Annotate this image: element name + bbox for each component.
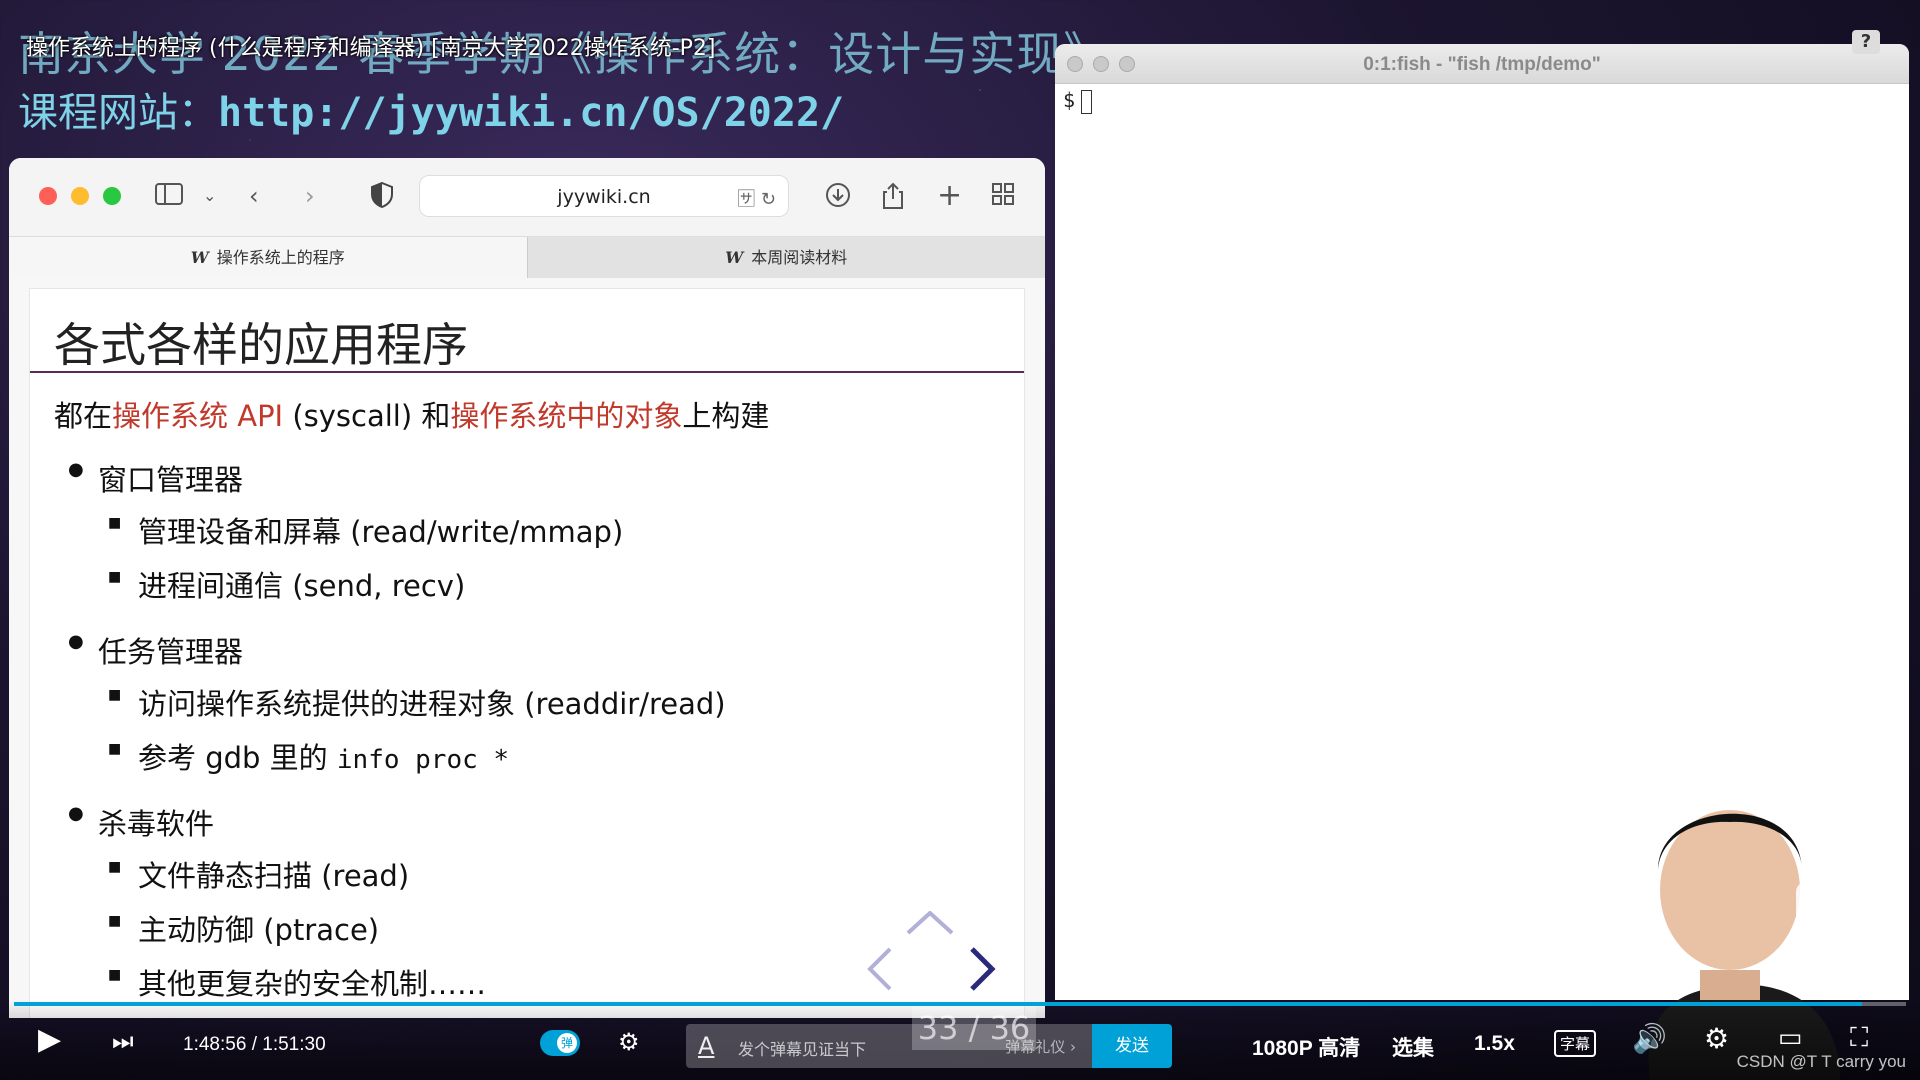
wiki-icon: W bbox=[190, 248, 209, 267]
list-item: 管理设备和屏幕 (read/write/mmap) bbox=[98, 509, 1000, 551]
course-site-banner: 课程网站：http://jyywiki.cn/OS/2022/ bbox=[18, 80, 844, 138]
gdb-text: 参考 gdb 里的 bbox=[138, 741, 337, 775]
speed-selector[interactable]: 1.5x bbox=[1474, 1032, 1515, 1056]
slide-title: 各式各样的应用程序 bbox=[30, 289, 1024, 373]
quality-selector[interactable]: 1080P 高清 bbox=[1252, 1032, 1360, 1062]
tab-reading-materials[interactable]: W 本周阅读材料 bbox=[526, 237, 1045, 278]
close-window-button[interactable] bbox=[39, 187, 57, 205]
danmaku-etiquette-link[interactable]: 弹幕礼仪 › bbox=[1005, 1036, 1076, 1057]
translate-icon[interactable]: 🈂 ↻ bbox=[737, 185, 776, 211]
fullscreen-icon[interactable]: ⛶ bbox=[1850, 1022, 1868, 1054]
lead-highlight: 操作系统中的对象 bbox=[450, 399, 683, 433]
terminal-prompt[interactable]: $ bbox=[1055, 84, 1909, 118]
danmaku-settings-icon[interactable]: ⚙ bbox=[618, 1028, 640, 1057]
new-tab-icon[interactable]: + bbox=[937, 181, 962, 211]
settings-gear-icon[interactable]: ⚙ bbox=[1704, 1022, 1729, 1055]
gdb-code: info proc * bbox=[336, 745, 510, 775]
course-site-label: 课程网站： bbox=[18, 90, 218, 136]
course-site-url: http://jyywiki.cn/OS/2022/ bbox=[218, 90, 845, 136]
danmaku-toggle-label: 弹 bbox=[557, 1033, 577, 1053]
player-controls: ▶ ⏭ 1:48:56 / 1:51:30 弹 ⚙ 33 / 36 A 发个弹幕… bbox=[0, 1000, 1920, 1080]
prompt-symbol: $ bbox=[1063, 88, 1076, 112]
list-item: 文件静态扫描 (read) bbox=[98, 853, 1000, 895]
minimize-window-button[interactable] bbox=[71, 187, 89, 205]
list-item: 参考 gdb 里的 info proc * bbox=[98, 735, 1000, 777]
address-text: jyywiki.cn bbox=[557, 186, 651, 208]
next-episode-icon[interactable]: ⏭ bbox=[112, 1028, 134, 1056]
page-content: 各式各样的应用程序 都在操作系统 API (syscall) 和操作系统中的对象… bbox=[9, 278, 1045, 1018]
zoom-window-button[interactable] bbox=[103, 187, 121, 205]
slide-navigation bbox=[860, 910, 1000, 1011]
lead-highlight: 操作系统 API bbox=[112, 399, 284, 433]
list-item: 杀毒软件 文件静态扫描 (read) 主动防御 (ptrace) 其他更复杂的安… bbox=[54, 801, 1000, 1003]
address-bar[interactable]: jyywiki.cn 🈂 ↻ bbox=[419, 175, 789, 217]
current-time: 1:48:56 bbox=[183, 1034, 247, 1055]
terminal-cursor bbox=[1081, 89, 1093, 114]
shield-icon[interactable] bbox=[371, 181, 393, 214]
list-item: 任务管理器 访问操作系统提供的进程对象 (readdir/read) 参考 gd… bbox=[54, 629, 1000, 777]
danmaku-placeholder: 发个弹幕见证当下 bbox=[738, 1040, 867, 1059]
back-arrow-icon[interactable]: ‹ bbox=[249, 182, 259, 210]
nav-right-icon bbox=[970, 947, 996, 991]
lead-text: 上构建 bbox=[682, 399, 770, 433]
share-icon[interactable] bbox=[881, 182, 905, 216]
duration: 1:51:30 bbox=[262, 1034, 326, 1055]
font-style-icon[interactable]: A bbox=[698, 1032, 714, 1060]
tab-label: 本周阅读材料 bbox=[751, 248, 848, 267]
chevron-down-icon[interactable]: ⌄ bbox=[203, 182, 216, 210]
bilibili-tv-icon[interactable] bbox=[1796, 882, 1870, 940]
terminal-title: 0:1:fish - "fish /tmp/demo" bbox=[1363, 54, 1601, 75]
csdn-watermark: CSDN @T T carry you bbox=[1736, 1052, 1906, 1071]
tab-bar: W 操作系统上的程序 W 本周阅读材料 bbox=[9, 236, 1045, 278]
download-icon[interactable] bbox=[825, 182, 851, 214]
wiki-icon: W bbox=[725, 248, 744, 267]
tab-overview-icon[interactable] bbox=[991, 182, 1015, 212]
nav-up-icon bbox=[906, 910, 954, 935]
episodes-button[interactable]: 选集 bbox=[1392, 1032, 1434, 1062]
forward-arrow-icon[interactable]: › bbox=[305, 182, 315, 210]
list-item: 进程间通信 (send, recv) bbox=[98, 563, 1000, 605]
browser-window: ⌄ ‹ › jyywiki.cn 🈂 ↻ + W 操作系统上的程序 W 本周阅读材料… bbox=[9, 158, 1045, 1018]
tab-os-programs[interactable]: W 操作系统上的程序 bbox=[9, 237, 527, 278]
tab-label: 操作系统上的程序 bbox=[216, 248, 345, 267]
bullet-heading: 窗口管理器 bbox=[98, 463, 244, 497]
slide-lead: 都在操作系统 API (syscall) 和操作系统中的对象上构建 bbox=[54, 393, 1000, 435]
danmaku-input[interactable]: A 发个弹幕见证当下 弹幕礼仪 › bbox=[686, 1024, 1092, 1068]
time-display: 1:48:56 / 1:51:30 bbox=[183, 1034, 326, 1056]
picture-in-picture-icon[interactable]: ▭ bbox=[1778, 1022, 1803, 1053]
volume-icon[interactable]: 🔊 bbox=[1632, 1022, 1667, 1055]
terminal-titlebar: 0:1:fish - "fish /tmp/demo" bbox=[1055, 44, 1909, 84]
slide: 各式各样的应用程序 都在操作系统 API (syscall) 和操作系统中的对象… bbox=[29, 288, 1025, 1018]
danmaku-toggle[interactable]: 弹 bbox=[540, 1030, 580, 1056]
nav-left-icon bbox=[867, 947, 892, 991]
browser-toolbar: ⌄ ‹ › jyywiki.cn 🈂 ↻ + bbox=[9, 158, 1045, 236]
sidebar-toggle-icon[interactable] bbox=[155, 182, 183, 212]
list-item: 窗口管理器 管理设备和屏幕 (read/write/mmap) 进程间通信 (s… bbox=[54, 457, 1000, 605]
help-icon[interactable]: ? bbox=[1852, 30, 1880, 54]
bullet-heading: 任务管理器 bbox=[98, 635, 244, 669]
lead-text: (syscall) 和 bbox=[283, 399, 451, 433]
video-title: 操作系统上的程序 (什么是程序和编译器) [南京大学2022操作系统-P2] bbox=[26, 36, 716, 61]
lead-text: 都在 bbox=[54, 399, 113, 433]
time-separator: / bbox=[251, 1034, 257, 1055]
bullet-heading: 杀毒软件 bbox=[98, 807, 215, 841]
list-item: 访问操作系统提供的进程对象 (readdir/read) bbox=[98, 681, 1000, 723]
play-icon[interactable]: ▶ bbox=[38, 1022, 61, 1057]
window-controls bbox=[39, 187, 121, 205]
bullet-list: 窗口管理器 管理设备和屏幕 (read/write/mmap) 进程间通信 (s… bbox=[54, 457, 1000, 1003]
send-button[interactable]: 发送 bbox=[1092, 1024, 1172, 1068]
subtitle-icon[interactable]: 字幕 bbox=[1554, 1030, 1597, 1057]
